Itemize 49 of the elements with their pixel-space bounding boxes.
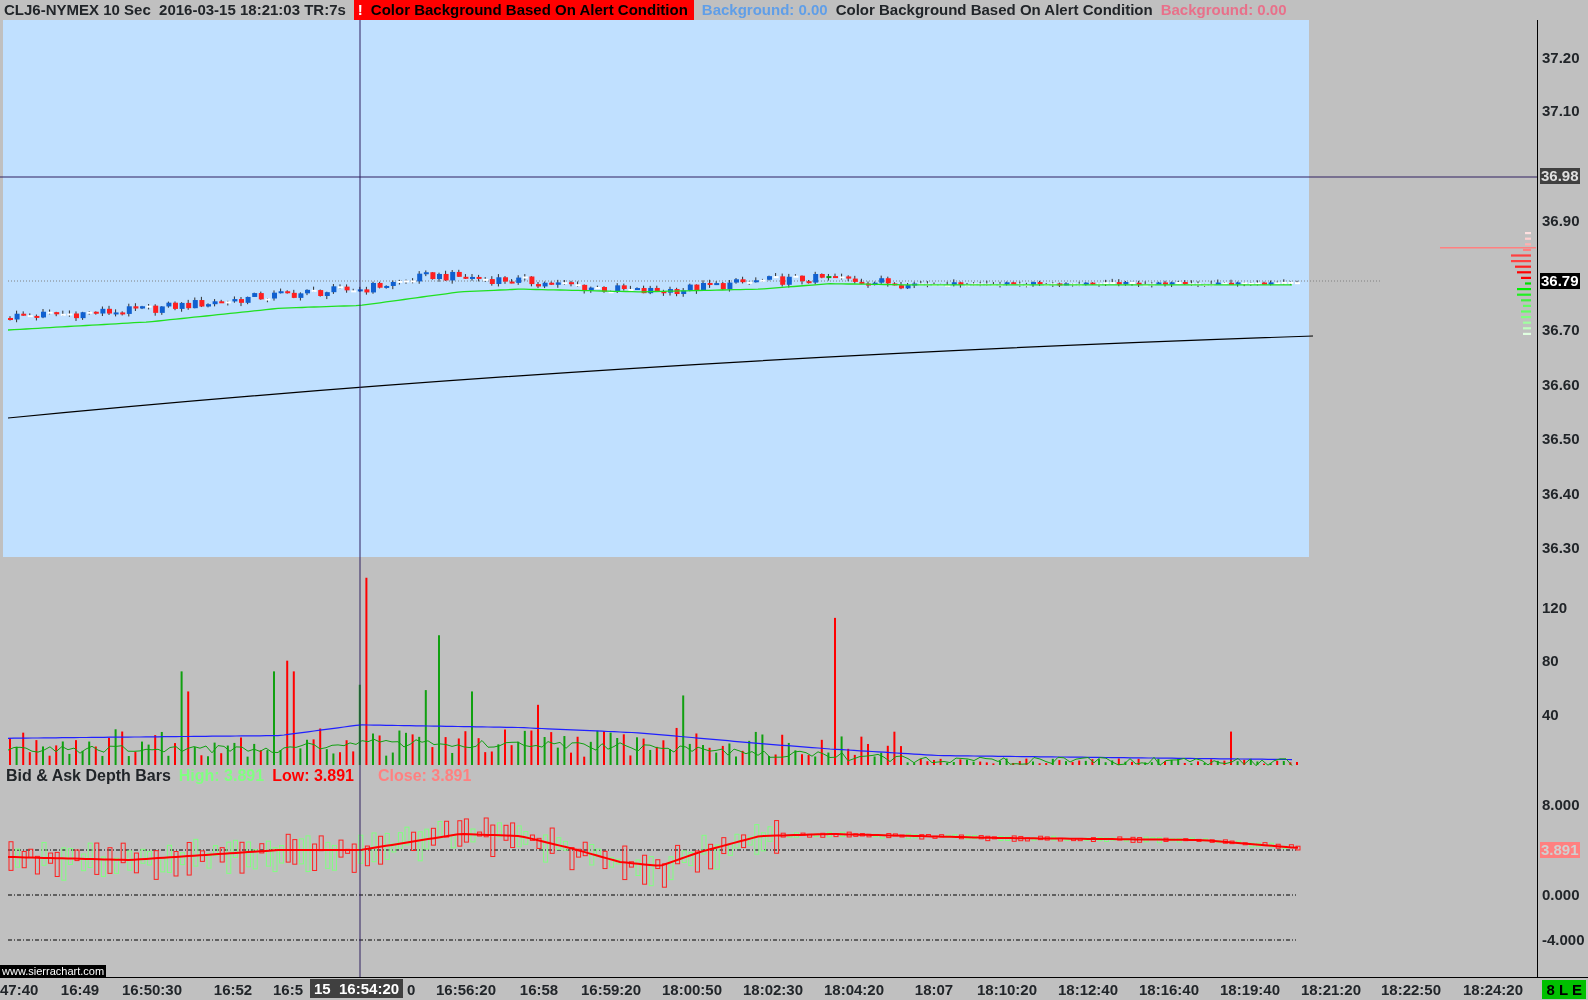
axis-label: 80 — [1542, 653, 1559, 669]
crosshair-time-label: 15 16:54:20 — [310, 979, 404, 998]
axis-label: 36.50 — [1542, 431, 1580, 447]
axis-label: 37.20 — [1542, 50, 1580, 66]
time-label: 18:22:50 — [1381, 981, 1441, 998]
axis-label: 40 — [1542, 707, 1559, 723]
study-value: Background: 0.00 — [1160, 0, 1287, 20]
time-label: 0 — [407, 981, 416, 998]
axis-label: 8.000 — [1542, 797, 1580, 813]
axis-label: 0.000 — [1542, 887, 1580, 903]
time-label: 16:59:20 — [581, 981, 641, 998]
study-value: Background: 0.00 — [701, 0, 828, 20]
axis-label: 36.40 — [1542, 486, 1580, 502]
axis-label: 37.10 — [1542, 103, 1580, 119]
time-label: 16:5 — [273, 981, 304, 998]
time-label: 47:40 — [0, 981, 39, 998]
study-title: Bid & Ask Depth Bars — [6, 767, 171, 784]
time-label: 16:52 — [213, 981, 253, 998]
study-value: Low: 3.891 — [272, 767, 354, 784]
study-name: Color Background Based On Alert Condition — [835, 0, 1153, 20]
value-marker: 3.891 — [1540, 842, 1580, 858]
axis-label: -4.000 — [1542, 932, 1585, 948]
time-label: 18:19:40 — [1220, 981, 1280, 998]
axis-label: 120 — [1542, 600, 1568, 616]
chart-title: CLJ6-NYMEX 10 Sec 2016-03-15 18:21:03 TR:7s — [3, 0, 347, 20]
study-value: High: 3.891 — [178, 767, 265, 784]
status-indicator: 8 L E — [1542, 980, 1586, 999]
time-label: 18:24:20 — [1463, 981, 1523, 998]
axis-label: 36.30 — [1542, 540, 1580, 556]
time-label: 18:04:20 — [824, 981, 884, 998]
time-label: 16:56:20 — [436, 981, 496, 998]
study-value: Close: 3.891 — [377, 767, 472, 784]
time-label: 18:16:40 — [1139, 981, 1199, 998]
website-label: www.sierrachart.com — [0, 965, 107, 977]
axis-label: 36.70 — [1542, 322, 1580, 338]
price-marker: 36.79 — [1540, 273, 1580, 289]
time-label: 18:02:30 — [743, 981, 803, 998]
time-label: 18:07 — [914, 981, 954, 998]
time-label: 18:12:40 — [1058, 981, 1118, 998]
axis-label: 36.90 — [1542, 213, 1580, 229]
time-label: 18:00:50 — [662, 981, 722, 998]
time-label: 16:58 — [519, 981, 559, 998]
time-label: 18:21:20 — [1301, 981, 1361, 998]
time-label: 16:50:30 — [122, 981, 182, 998]
price-marker: 36.98 — [1540, 168, 1580, 184]
axis-label: 36.60 — [1542, 377, 1580, 393]
study-alert-label: ! Color Background Based On Alert Condition — [353, 0, 694, 20]
time-label: 16:49 — [60, 981, 100, 998]
time-label: 18:10:20 — [977, 981, 1037, 998]
